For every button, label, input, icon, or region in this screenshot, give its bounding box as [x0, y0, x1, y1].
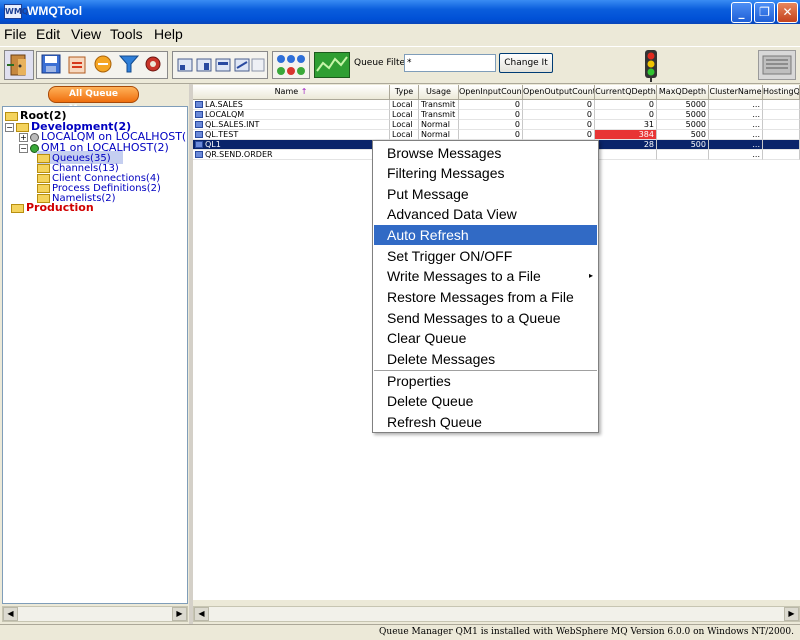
hand-icon[interactable]: [66, 53, 90, 77]
queue-icon: [195, 131, 203, 138]
scroll-right-icon[interactable]: ▶: [784, 607, 799, 621]
queue-filter-label: Queue Filter:: [354, 58, 412, 68]
server-icon[interactable]: [758, 50, 796, 80]
context-menu: Browse Messages Filtering Messages Put M…: [372, 140, 599, 433]
menu-item-auto-refresh[interactable]: Auto Refresh: [374, 225, 597, 245]
save-icon[interactable]: [40, 53, 64, 77]
traffic-light-icon: [640, 49, 662, 83]
menu-item-write-messages[interactable]: Write Messages to a File ▸: [374, 266, 597, 286]
filter-icon[interactable]: [118, 53, 142, 77]
status-lights-icon[interactable]: [274, 52, 308, 80]
table-row[interactable]: LOCALQM Local Transmit 0 0 0 5000 ...: [193, 110, 800, 120]
queue-icon: [195, 151, 203, 158]
title-bar: WMQ WMQTool _ ❐ ✕: [0, 0, 800, 24]
all-queue-managers-button[interactable]: All Queue Managers: [48, 86, 139, 114]
menu-tools[interactable]: Tools: [110, 26, 143, 42]
header-type[interactable]: Type: [390, 85, 419, 100]
header-open-input[interactable]: OpenInputCount: [459, 85, 523, 100]
queue-icon: [195, 141, 203, 148]
tree-production[interactable]: Production: [11, 201, 94, 214]
scroll-left-icon[interactable]: ◀: [194, 607, 209, 621]
table-row[interactable]: QL.TEST Local Normal 0 0 384 500 ...: [193, 130, 800, 140]
table-header: Name ↑ Type Usage OpenInputCount OpenOut…: [193, 85, 800, 100]
menu-item-properties[interactable]: Properties: [374, 371, 597, 391]
folder-icon: [11, 203, 24, 213]
scroll-left-icon[interactable]: ◀: [3, 607, 18, 621]
menu-item-filtering-messages[interactable]: Filtering Messages: [374, 163, 597, 183]
queue-icon: [195, 101, 203, 108]
menu-item-restore-messages[interactable]: Restore Messages from a File: [374, 287, 597, 307]
menu-item-put-message[interactable]: Put Message: [374, 184, 597, 204]
menu-item-clear-queue[interactable]: Clear Queue: [374, 328, 597, 348]
gear-icon[interactable]: [142, 53, 166, 77]
queue-icon: [195, 121, 203, 128]
menu-file[interactable]: File: [4, 26, 27, 42]
header-usage[interactable]: Usage: [419, 85, 459, 100]
queue-filter-input[interactable]: [404, 54, 496, 72]
menu-edit[interactable]: Edit: [36, 26, 60, 42]
menu-bar: File Edit View Tools Help: [0, 24, 800, 46]
collapse-icon[interactable]: −: [19, 143, 28, 153]
header-current-depth[interactable]: CurrentQDepth: [595, 85, 657, 100]
window-title: WMQTool: [27, 4, 83, 18]
status-text: Queue Manager QM1 is installed with WebS…: [379, 627, 794, 637]
minimize-button[interactable]: _: [731, 2, 752, 23]
table-row[interactable]: LA.SALES Local Transmit 0 0 0 5000 ...: [193, 100, 800, 110]
app-icon: WMQ: [4, 4, 29, 19]
menu-item-advanced-data-view[interactable]: Advanced Data View: [374, 204, 597, 224]
depth-alert-cell: 384: [595, 130, 657, 140]
maximize-button[interactable]: ❐: [754, 2, 775, 23]
queue-alias-icon[interactable]: [214, 56, 232, 74]
sort-arrow-icon: ↑: [300, 87, 308, 96]
menu-view[interactable]: View: [71, 26, 101, 42]
table-row[interactable]: QL.SALES.INT Local Normal 0 0 31 5000 ..…: [193, 120, 800, 130]
queue-manager-tree: Root(2) − Development(2) + LOCALQM on LOCA…: [2, 106, 188, 604]
menu-item-delete-messages[interactable]: Delete Messages: [374, 349, 597, 369]
scroll-right-icon[interactable]: ▶: [172, 607, 187, 621]
menu-item-browse-messages[interactable]: Browse Messages: [374, 143, 597, 163]
status-bar: Queue Manager QM1 is installed with WebS…: [0, 624, 800, 640]
menu-item-delete-queue[interactable]: Delete Queue: [374, 391, 597, 411]
table-horizontal-scrollbar[interactable]: ◀ ▶: [193, 606, 800, 622]
queue-blank-icon[interactable]: [251, 56, 265, 74]
menu-item-refresh-queue[interactable]: Refresh Queue: [374, 412, 597, 432]
menu-item-send-messages[interactable]: Send Messages to a Queue: [374, 308, 597, 328]
queue-model-icon[interactable]: [233, 56, 251, 74]
close-button[interactable]: ✕: [777, 2, 798, 23]
collapse-icon[interactable]: −: [5, 122, 14, 132]
menu-help[interactable]: Help: [154, 26, 183, 42]
header-name[interactable]: Name ↑: [193, 85, 390, 100]
tools-icon[interactable]: [92, 53, 116, 77]
queue-remote-icon[interactable]: [195, 56, 213, 74]
left-horizontal-scrollbar[interactable]: ◀ ▶: [2, 606, 188, 622]
left-pane: All Queue Managers Root(2) −Development(…: [0, 84, 189, 624]
change-it-button[interactable]: Change It: [499, 53, 553, 73]
exit-icon[interactable]: [4, 50, 34, 80]
header-max-depth[interactable]: MaxQDepth: [657, 85, 709, 100]
menu-item-set-trigger[interactable]: Set Trigger ON/OFF: [374, 246, 597, 266]
header-open-output[interactable]: OpenOutputCount: [523, 85, 595, 100]
submenu-arrow-icon: ▸: [588, 271, 593, 280]
queue-icon: [195, 111, 203, 118]
header-cluster-name[interactable]: ClusterName: [709, 85, 763, 100]
queue-local-icon[interactable]: [176, 56, 194, 74]
header-hosting[interactable]: HostingQ: [763, 85, 800, 100]
chart-monitor-icon[interactable]: [314, 52, 350, 78]
